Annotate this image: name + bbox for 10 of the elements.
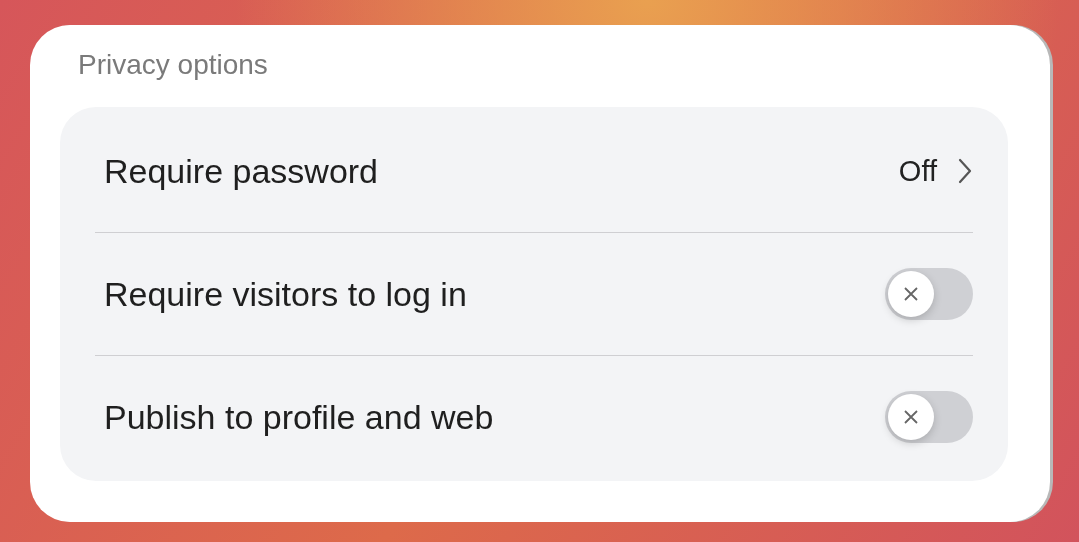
- toggle-switch[interactable]: [885, 391, 973, 443]
- x-icon: [902, 285, 920, 303]
- setting-label: Require visitors to log in: [104, 274, 468, 314]
- chevron-icon[interactable]: [957, 157, 973, 185]
- setting-label: Require password: [104, 151, 380, 191]
- setting-label: Publish to profile and web: [104, 397, 495, 437]
- setting-value: Off: [898, 154, 937, 188]
- x-icon: [902, 408, 920, 426]
- toggle-switch[interactable]: [885, 268, 973, 320]
- section-title: Privacy options: [78, 48, 269, 82]
